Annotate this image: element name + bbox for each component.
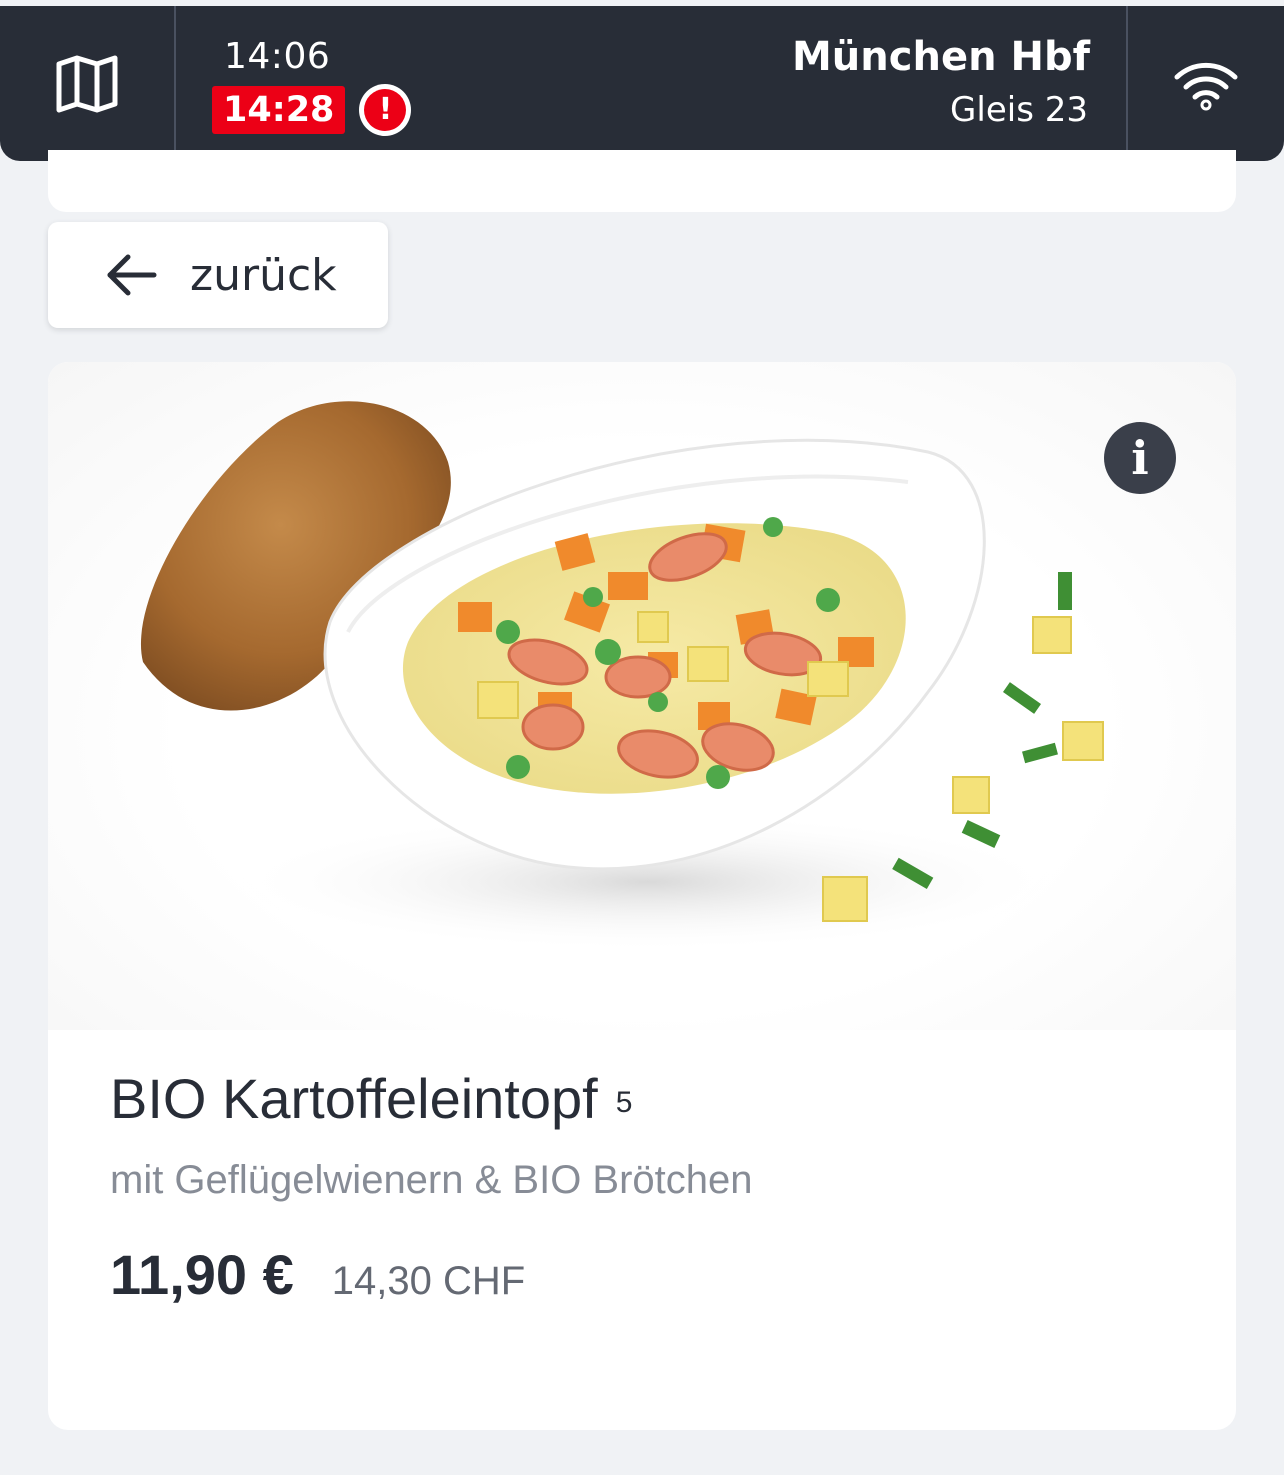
alert-icon[interactable]: ! (359, 84, 412, 136)
allergen-note: 5 (615, 1086, 633, 1120)
wifi-button[interactable] (1128, 6, 1284, 161)
price-chf: 14,30 CHF (331, 1259, 526, 1303)
product-image (48, 362, 1236, 1030)
top-status-bar: 14:06 14:28 ! München Hbf Gleis 23 (0, 6, 1284, 161)
actual-time-badge: 14:28 (212, 86, 346, 134)
map-icon (56, 55, 118, 112)
product-title-text: BIO Kartoffeleintopf (110, 1067, 598, 1130)
soup-illustration (140, 401, 1104, 952)
delay-row: 14:28 ! (212, 84, 412, 136)
platform-label: Gleis 23 (950, 90, 1088, 130)
previous-card-bottom (48, 150, 1236, 212)
info-button[interactable]: i (1104, 422, 1176, 494)
product-description: mit Geflügelwienern & BIO Brötchen (110, 1158, 753, 1202)
scheduled-time: 14:06 (224, 36, 331, 77)
back-button[interactable]: zurück (48, 222, 388, 328)
station-name: München Hbf (792, 34, 1090, 80)
trip-info[interactable]: 14:06 14:28 ! München Hbf Gleis 23 (176, 6, 1128, 161)
product-card: i BIO Kartoffeleintopf 5 mit Geflügelwien… (48, 362, 1236, 1430)
price-eur: 11,90 € (110, 1243, 294, 1306)
product-title: BIO Kartoffeleintopf 5 (110, 1066, 632, 1131)
map-button[interactable] (0, 6, 176, 161)
arrow-left-icon (107, 254, 157, 296)
price-row: 11,90 € 14,30 CHF (110, 1242, 525, 1307)
back-label: zurück (190, 249, 337, 301)
wifi-icon (1174, 62, 1238, 110)
